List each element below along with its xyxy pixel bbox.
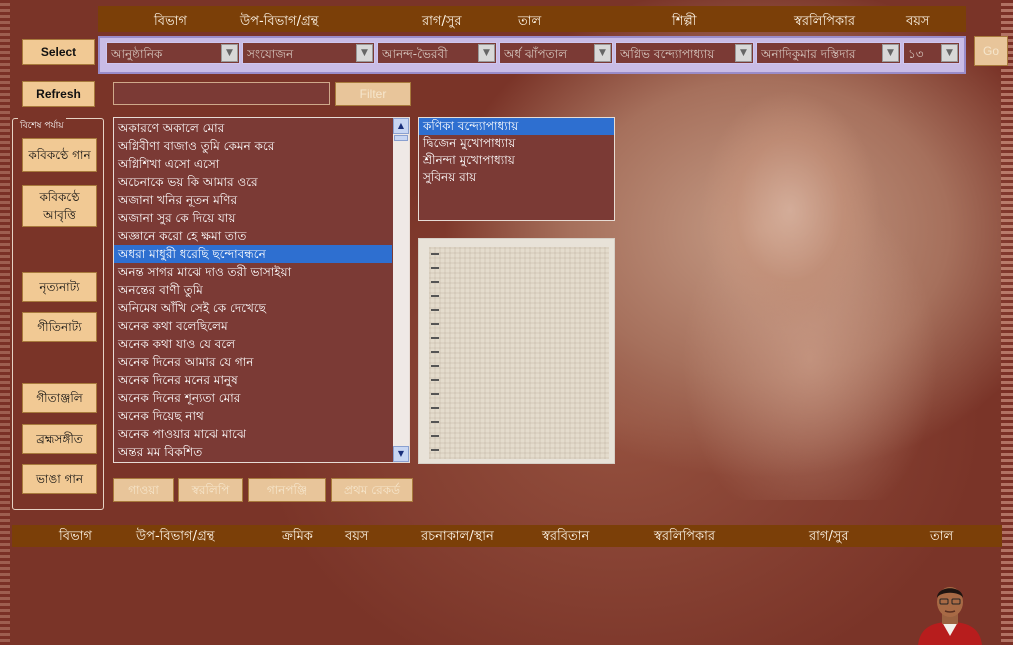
side-item-lyrical-drama[interactable]: গীতিনাট্য [22, 312, 97, 342]
list-item[interactable]: অনন্তের বাণী তুমি [114, 281, 392, 299]
sung-button[interactable]: গাওয়া [113, 478, 174, 502]
list-item[interactable]: অগ্নিবীণা বাজাও তুমি কেমন করে [114, 137, 392, 155]
category-select[interactable]: আনুষ্ঠানিক ▼ [106, 42, 240, 64]
list-item[interactable]: অনেক কথা বলেছিলেম [114, 317, 392, 335]
chevron-down-icon[interactable]: ▼ [356, 44, 373, 62]
tala-select[interactable]: অর্ধ ঝাঁপতাল ▼ [499, 42, 613, 64]
list-item[interactable]: অনেক কথা যাও যে বলে [114, 335, 392, 353]
side-item-gitanjali[interactable]: গীতাঞ্জলি [22, 383, 97, 413]
list-item[interactable]: অন্তর মম বিকশিত [114, 443, 392, 461]
chevron-down-icon[interactable]: ▼ [941, 44, 958, 62]
song-list-scrollbar[interactable]: ▲ ▼ [393, 118, 409, 462]
side-item-dance-drama[interactable]: নৃত্যনাট্য [22, 272, 97, 302]
list-item[interactable]: শ্রীনন্দা মুখোপাধ্যায় [419, 152, 614, 169]
col-tala: তাল [930, 529, 954, 544]
header-subcategory: উপ-বিভাগ/গ্রন্থ [240, 14, 319, 29]
list-item[interactable]: অগ্নিশিখা এসো এসো [114, 155, 392, 173]
col-subcategory: উপ-বিভাগ/গ্রন্থ [136, 529, 215, 544]
col-serial: ক্রমিক [282, 529, 313, 544]
artist-value: অগ্নিভ বন্দ্যোপাধ্যায় [620, 47, 715, 61]
left-border [0, 0, 10, 645]
age-select[interactable]: ১৩ ▼ [903, 42, 960, 64]
col-composition-time-place: রচনাকাল/স্থান [421, 529, 494, 544]
top-header: বিভাগ উপ-বিভাগ/গ্রন্থ রাগ/সুর তাল শিল্পী… [98, 6, 966, 32]
list-item[interactable]: অজানা সুর কে দিয়ে যায় [114, 209, 392, 227]
side-item-poet-voice-song[interactable]: কবিকণ্ঠে গান [22, 138, 97, 172]
list-item[interactable]: অকারণে অকালে মোর [114, 119, 392, 137]
col-raga: রাগ/সুর [809, 529, 849, 544]
list-item[interactable]: দ্বিজেন মুখোপাধ্যায় [419, 135, 614, 152]
list-item[interactable]: অজানা খনির নূতন মণির [114, 191, 392, 209]
header-artist: শিল্পী [672, 14, 697, 29]
col-notation-author: স্বরলিপিকার [654, 529, 716, 544]
song-index-button[interactable]: গানপঞ্জি [248, 478, 326, 502]
list-item-selected[interactable]: কণিকা বন্দ্যোপাধ্যায় [419, 118, 614, 135]
chevron-down-icon[interactable]: ▼ [478, 44, 495, 62]
go-button[interactable]: Go [974, 36, 1008, 66]
filter-button[interactable]: Filter [335, 82, 411, 106]
age-value: ১৩ [908, 47, 924, 61]
list-item-selected[interactable]: অধরা মাধুরী ধরেছি ছন্দোবন্ধনে [114, 245, 392, 263]
chevron-down-icon[interactable]: ▼ [882, 44, 899, 62]
notation-button[interactable]: স্বরলিপি [178, 478, 243, 502]
col-swarabitan: স্বরবিতান [542, 529, 590, 544]
dropdown-panel: আনুষ্ঠানিক ▼ সংযোজন ▼ আনন্দ-ভৈরবী ▼ অর্ধ… [98, 36, 966, 74]
notepad-paper [429, 247, 609, 459]
category-value: আনুষ্ঠানিক [111, 47, 163, 61]
subcategory-value: সংযোজন [247, 47, 294, 61]
raga-value: আনন্দ-ভৈরবী [382, 47, 448, 61]
scroll-thumb[interactable] [394, 135, 408, 141]
list-item[interactable]: অনেক দিয়েছ নাথ [114, 407, 392, 425]
header-notation: স্বরলিপিকার [794, 14, 856, 29]
artist-select[interactable]: অগ্নিভ বন্দ্যোপাধ্যায় ▼ [615, 42, 754, 64]
raga-select[interactable]: আনন্দ-ভৈরবী ▼ [377, 42, 497, 64]
singer-list[interactable]: কণিকা বন্দ্যোপাধ্যায় দ্বিজেন মুখোপাধ্যা… [418, 117, 615, 221]
spiral-binding [431, 251, 439, 451]
filter-input[interactable] [113, 82, 330, 105]
refresh-button[interactable]: Refresh [22, 81, 95, 107]
header-age: বয়স [906, 14, 930, 29]
list-item[interactable]: অচেনাকে ভয় কি আমার ওরে [114, 173, 392, 191]
portrait-image [620, 40, 1000, 500]
right-border [1001, 0, 1013, 645]
scroll-down-icon[interactable]: ▼ [393, 446, 409, 462]
col-category: বিভাগ [59, 529, 92, 544]
list-item[interactable]: অনিমেষ আঁখি সেই কে দেখেছে [114, 299, 392, 317]
side-item-brahmasangeet[interactable]: ব্রহ্মসঙ্গীত [22, 424, 97, 454]
list-item[interactable]: অনেক দিনের আমার যে গান [114, 353, 392, 371]
subcategory-select[interactable]: সংযোজন ▼ [242, 42, 375, 64]
bottom-header: বিভাগ উপ-বিভাগ/গ্রন্থ ক্রমিক বয়স রচনাকা… [12, 525, 1002, 547]
song-list[interactable]: অকারণে অকালে মোর অগ্নিবীণা বাজাও তুমি কে… [113, 117, 410, 463]
list-item[interactable]: অজ্ঞানে করো হে ক্ষমা তাত [114, 227, 392, 245]
header-raga: রাগ/সুর [422, 14, 462, 29]
chevron-down-icon[interactable]: ▼ [221, 44, 238, 62]
special-categories-legend: বিশেষ পর্যায় [18, 118, 66, 133]
first-record-button[interactable]: প্রথম রেকর্ড [331, 478, 413, 502]
tala-value: অর্ধ ঝাঁপতাল [504, 47, 568, 61]
scroll-up-icon[interactable]: ▲ [393, 118, 409, 134]
side-item-poet-voice-recitation[interactable]: কবিকণ্ঠে আবৃত্তি [22, 185, 97, 227]
list-item[interactable]: অনেক দিনের মনের মানুষ [114, 371, 392, 389]
col-age: বয়স [345, 529, 369, 544]
notation-preview [418, 238, 615, 464]
header-tala: তাল [518, 14, 542, 29]
presenter-avatar [918, 587, 982, 645]
chevron-down-icon[interactable]: ▼ [735, 44, 752, 62]
list-item[interactable]: অনেক দিনের শূন্যতা মোর [114, 389, 392, 407]
select-button[interactable]: Select [22, 39, 95, 65]
side-item-bhanga-gaan[interactable]: ভাঙা গান [22, 464, 97, 494]
list-item[interactable]: অনন্ত সাগর মাঝে দাও তরী ভাসাইয়া [114, 263, 392, 281]
list-item[interactable]: অনেক পাওয়ার মাঝে মাঝে [114, 425, 392, 443]
list-item[interactable]: সুবিনয় রায় [419, 169, 614, 186]
notation-select[interactable]: অনাদিকুমার দস্তিদার ▼ [756, 42, 901, 64]
notation-value: অনাদিকুমার দস্তিদার [761, 47, 856, 61]
header-category: বিভাগ [154, 14, 187, 29]
chevron-down-icon[interactable]: ▼ [594, 44, 611, 62]
